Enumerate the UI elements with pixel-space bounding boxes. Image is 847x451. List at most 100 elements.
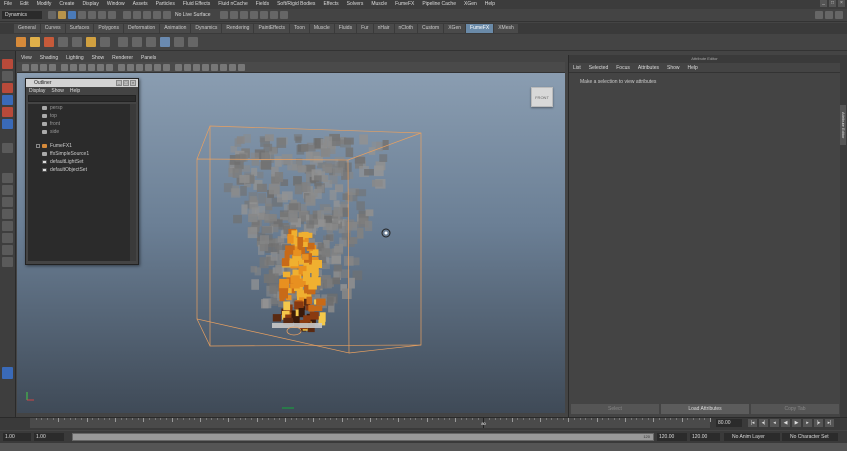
select-component-icon[interactable] — [98, 11, 106, 19]
animation-start-field[interactable]: 1.00 — [3, 433, 31, 441]
outliner-titlebar[interactable]: Outliner _ □ × — [26, 79, 138, 87]
playback-end-field[interactable]: 120.00 — [657, 433, 687, 441]
shelf-tab-curves[interactable]: Curves — [40, 24, 65, 33]
menu-window[interactable]: Window — [103, 0, 129, 9]
close-icon[interactable]: × — [838, 0, 845, 7]
go-to-start-icon[interactable]: |◂ — [748, 419, 757, 427]
history-icon[interactable] — [219, 11, 228, 19]
outliner-menu-help[interactable]: Help — [67, 87, 83, 95]
time-slider[interactable]: 80 — [30, 418, 711, 428]
paint-select-icon[interactable] — [2, 83, 13, 93]
menu-file[interactable]: File — [0, 0, 16, 9]
viewport-menu-panels[interactable]: Panels — [137, 55, 160, 62]
select-button[interactable]: Select — [571, 404, 659, 414]
menu-muscle[interactable]: Muscle — [367, 0, 391, 9]
outliner-item-fumefx1[interactable]: FumeFX1 — [28, 142, 131, 150]
command-line[interactable] — [0, 443, 847, 451]
menu-soft-rigid-bodies[interactable]: Soft/Rigid Bodies — [273, 0, 319, 9]
outliner-filter-input[interactable] — [28, 95, 136, 102]
lock-selection-icon[interactable] — [108, 11, 116, 19]
bookmark-icon[interactable] — [40, 63, 47, 71]
play-back-icon[interactable]: ◀ — [781, 419, 790, 427]
wireframe-icon[interactable] — [118, 63, 125, 71]
layout-render-icon[interactable] — [2, 257, 13, 267]
outliner-item-side[interactable]: side — [28, 128, 131, 136]
shelf-tab-xgen[interactable]: XGen — [444, 24, 466, 33]
dof-icon[interactable] — [238, 63, 245, 71]
rotate-tool-icon[interactable] — [2, 107, 13, 117]
open-scene-icon[interactable] — [58, 11, 66, 19]
step-back-key-icon[interactable]: ◂| — [759, 419, 768, 427]
current-frame-field[interactable]: 80.00 — [716, 419, 742, 427]
wireframe-on-shaded-icon[interactable] — [136, 63, 143, 71]
anim-layer-dropdown[interactable]: No Anim Layer — [724, 433, 780, 441]
live-surface-field[interactable]: No Live Surface — [172, 11, 214, 19]
menu-xgen[interactable]: XGen — [460, 0, 481, 9]
step-back-frame-icon[interactable]: ◂ — [770, 419, 779, 427]
menu-fumefx[interactable]: FumeFX — [391, 0, 418, 9]
character-set-dropdown[interactable]: No Character Set — [782, 433, 838, 441]
shelf-tab-custom[interactable]: Custom — [417, 24, 444, 33]
step-forward-frame-icon[interactable]: ▸ — [803, 419, 812, 427]
snap-grid-icon[interactable] — [123, 11, 131, 19]
menu-particles[interactable]: Particles — [152, 0, 179, 9]
lights-icon[interactable] — [154, 63, 161, 71]
shadows-icon[interactable] — [163, 63, 170, 71]
image-plane-icon[interactable] — [49, 63, 56, 71]
menu-pipeline-cache[interactable]: Pipeline Cache — [418, 0, 460, 9]
smooth-shade-icon[interactable] — [127, 63, 134, 71]
shelf-tab-muscle[interactable]: Muscle — [309, 24, 334, 33]
fumefx-gravity-icon[interactable] — [118, 37, 128, 47]
ambient-occlusion-icon[interactable] — [211, 63, 218, 71]
expand-icon[interactable] — [36, 144, 40, 148]
hud-icon[interactable] — [202, 63, 209, 71]
shelf-tab-dynamics[interactable]: Dynamics — [191, 24, 222, 33]
attr-menu-help[interactable]: Help — [684, 63, 702, 73]
fumefx-voxel-icon[interactable] — [174, 37, 184, 47]
shelf-tab-fur[interactable]: Fur — [357, 24, 373, 33]
resolution-gate-icon[interactable] — [79, 63, 86, 71]
outliner-item-front[interactable]: front — [28, 120, 131, 128]
minimize-icon[interactable]: _ — [820, 0, 827, 7]
shelf-tab-surfaces[interactable]: Surfaces — [65, 24, 94, 33]
viewcube[interactable]: FRONT — [531, 87, 553, 107]
fumefx-wind-icon[interactable] — [100, 37, 110, 47]
outliner-menu-show[interactable]: Show — [48, 87, 67, 95]
viewport-menu-show[interactable]: Show — [88, 55, 109, 62]
menu-effects[interactable]: Effects — [319, 0, 342, 9]
lasso-tool-icon[interactable] — [2, 71, 13, 81]
outliner-minimize-icon[interactable]: _ — [116, 80, 122, 86]
toggle-channel-icon[interactable] — [835, 11, 843, 19]
select-tool-icon[interactable] — [2, 59, 13, 69]
select-hierarchy-icon[interactable] — [78, 11, 86, 19]
layout-custom-icon[interactable] — [2, 245, 13, 255]
shelf-tab-deformation[interactable]: Deformation — [123, 24, 160, 33]
motion-blur-icon[interactable] — [220, 63, 227, 71]
outliner-item-ffxsimplesource1[interactable]: ffxSimpleSource1 — [28, 150, 131, 158]
menu-modify[interactable]: Modify — [33, 0, 56, 9]
maximize-icon[interactable]: □ — [829, 0, 836, 7]
render-settings-icon[interactable] — [249, 11, 258, 19]
outliner-item-persp[interactable]: persp — [28, 104, 131, 112]
playblast-icon[interactable] — [279, 11, 288, 19]
select-object-icon[interactable] — [88, 11, 96, 19]
viewport-menu-shading[interactable]: Shading — [36, 55, 62, 62]
shelf-tab-rendering[interactable]: Rendering — [222, 24, 254, 33]
menu-help[interactable]: Help — [481, 0, 499, 9]
snap-point-icon[interactable] — [143, 11, 151, 19]
outliner-item-defaultlightset[interactable]: defaultLightSet — [28, 158, 131, 166]
layout-outliner-icon[interactable] — [2, 209, 13, 219]
load-attributes-button[interactable]: Load Attributes — [661, 404, 749, 414]
layout-four-icon[interactable] — [2, 185, 13, 195]
shelf-tab-animation[interactable]: Animation — [160, 24, 191, 33]
live-surface-icon[interactable] — [163, 11, 171, 19]
animation-end-field[interactable]: 120.00 — [690, 433, 720, 441]
layout-side-icon[interactable] — [2, 197, 13, 207]
snap-plane-icon[interactable] — [153, 11, 161, 19]
antialias-icon[interactable] — [229, 63, 236, 71]
fumefx-source-icon[interactable] — [30, 37, 40, 47]
playback-start-field[interactable]: 1.00 — [34, 433, 64, 441]
viewport-menu-renderer[interactable]: Renderer — [108, 55, 137, 62]
menu-fluid-ncache[interactable]: Fluid nCache — [214, 0, 251, 9]
gate-mask-icon[interactable] — [88, 63, 95, 71]
